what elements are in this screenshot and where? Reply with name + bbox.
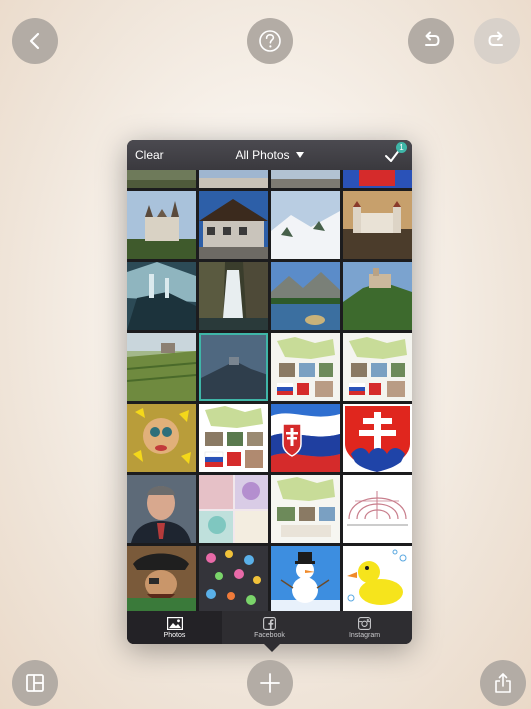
layout-icon bbox=[26, 674, 44, 692]
back-icon bbox=[29, 32, 40, 50]
colorful-dots-photo bbox=[199, 546, 268, 611]
photo-thumbnail[interactable] bbox=[343, 475, 412, 543]
butterfly-art-photo bbox=[127, 404, 196, 472]
picker-pointer bbox=[264, 644, 280, 652]
coat-of-arms-photo bbox=[343, 404, 412, 472]
add-icon bbox=[260, 673, 280, 693]
diagram-photo bbox=[343, 475, 412, 543]
layout-button[interactable] bbox=[12, 660, 58, 706]
photo-thumbnail[interactable] bbox=[343, 546, 412, 611]
slovak-flag-photo bbox=[271, 404, 340, 472]
photo-thumbnail[interactable] bbox=[199, 475, 268, 543]
photo-thumbnail[interactable] bbox=[127, 262, 196, 330]
add-button[interactable] bbox=[247, 660, 293, 706]
frozen-waterfall-photo bbox=[127, 262, 196, 330]
source-tabbar: Photos Facebook Instagram bbox=[127, 611, 412, 644]
pirate-art-photo bbox=[127, 546, 196, 611]
photo-thumbnail[interactable] bbox=[127, 170, 196, 188]
photo-thumbnail[interactable] bbox=[127, 404, 196, 472]
help-button[interactable] bbox=[247, 18, 293, 64]
photo-thumbnail[interactable] bbox=[127, 475, 196, 543]
photo-thumbnail[interactable] bbox=[199, 191, 268, 259]
flag-photo bbox=[343, 170, 412, 188]
tab-facebook[interactable]: Facebook bbox=[222, 611, 317, 644]
photo-thumbnail[interactable] bbox=[343, 170, 412, 188]
share-icon bbox=[495, 673, 511, 693]
photo-thumbnail[interactable] bbox=[199, 262, 268, 330]
town-photo bbox=[199, 170, 268, 188]
album-label: All Photos bbox=[235, 148, 290, 162]
photo-picker: Clear All Photos 1 Photos Facebook Insta… bbox=[127, 140, 412, 644]
selected-count-badge: 1 bbox=[396, 142, 407, 153]
portrait-photo bbox=[127, 475, 196, 543]
photo-thumbnail[interactable] bbox=[343, 333, 412, 401]
waterfall-photo bbox=[199, 262, 268, 330]
photo-thumbnail[interactable] bbox=[199, 170, 268, 188]
tab-photos[interactable]: Photos bbox=[127, 611, 222, 644]
slovakia-collage-photo bbox=[199, 404, 268, 472]
photo-thumbnail[interactable] bbox=[199, 546, 268, 611]
photo-thumbnail[interactable] bbox=[271, 333, 340, 401]
snowman-photo bbox=[271, 546, 340, 611]
tab-instagram-label: Instagram bbox=[348, 631, 381, 639]
photo-thumbnail[interactable] bbox=[271, 404, 340, 472]
tab-instagram[interactable]: Instagram bbox=[317, 611, 412, 644]
photo-thumbnail[interactable] bbox=[127, 546, 196, 611]
photo-thumbnail[interactable] bbox=[271, 170, 340, 188]
redo-button[interactable] bbox=[474, 18, 520, 64]
undo-button[interactable] bbox=[408, 18, 454, 64]
photo-thumbnail-selected[interactable] bbox=[199, 333, 268, 401]
photo-thumbnail[interactable] bbox=[343, 262, 412, 330]
redo-icon bbox=[488, 31, 503, 46]
pastel-collage-photo bbox=[199, 475, 268, 543]
vineyard-ruins-photo bbox=[127, 333, 196, 401]
landscape-photo bbox=[127, 170, 196, 188]
photo-thumbnail[interactable] bbox=[127, 191, 196, 259]
slovakia-collage-photo bbox=[343, 333, 412, 401]
mountain-lake-photo bbox=[271, 262, 340, 330]
back-button[interactable] bbox=[12, 18, 58, 64]
instagram-icon bbox=[358, 616, 371, 630]
undo-icon bbox=[425, 31, 440, 46]
photo-thumbnail[interactable] bbox=[271, 191, 340, 259]
wooden-house-photo bbox=[199, 191, 268, 259]
photo-thumbnail[interactable] bbox=[343, 404, 412, 472]
photo-thumbnail[interactable] bbox=[271, 546, 340, 611]
rubber-duck-photo bbox=[343, 546, 412, 611]
snowy-hills-photo bbox=[271, 191, 340, 259]
slovakia-collage-photo bbox=[271, 475, 340, 543]
tab-photos-label: Photos bbox=[163, 631, 186, 639]
photo-thumbnail[interactable] bbox=[271, 475, 340, 543]
caret-down-icon bbox=[295, 152, 304, 158]
foggy-castle-photo bbox=[199, 333, 268, 401]
photos-icon bbox=[166, 616, 183, 630]
photo-grid[interactable] bbox=[127, 170, 412, 611]
share-button[interactable] bbox=[480, 660, 526, 706]
album-selector[interactable]: All Photos bbox=[127, 148, 412, 162]
tab-facebook-label: Facebook bbox=[254, 631, 285, 639]
help-icon bbox=[259, 30, 281, 52]
castle-photo bbox=[127, 191, 196, 259]
photo-thumbnail[interactable] bbox=[271, 262, 340, 330]
facebook-icon bbox=[263, 616, 276, 630]
picker-header: Clear All Photos 1 bbox=[127, 140, 412, 170]
photo-thumbnail[interactable] bbox=[199, 404, 268, 472]
photo-thumbnail[interactable] bbox=[127, 333, 196, 401]
slovakia-collage-photo bbox=[271, 333, 340, 401]
done-button[interactable]: 1 bbox=[383, 142, 407, 165]
castle-sunset-photo bbox=[343, 191, 412, 259]
hilltop-castle-photo bbox=[343, 262, 412, 330]
town-photo bbox=[271, 170, 340, 188]
photo-thumbnail[interactable] bbox=[343, 191, 412, 259]
